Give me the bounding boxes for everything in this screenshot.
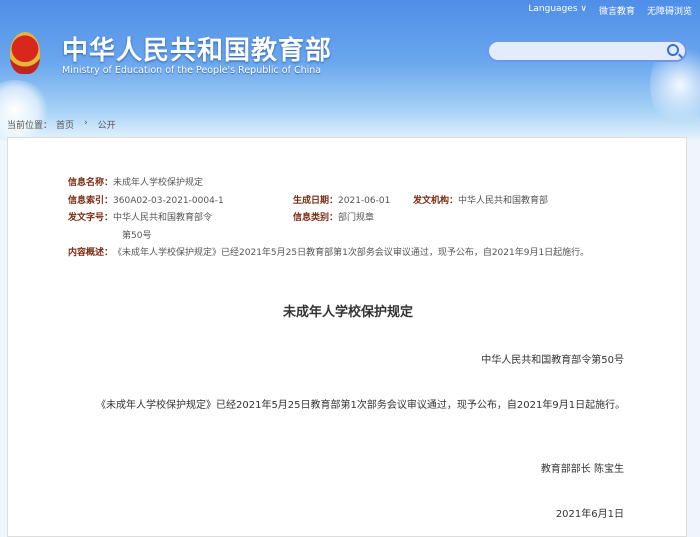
- document-order: 中华人民共和国教育部令第50号: [481, 355, 624, 366]
- label: 发文机构：: [413, 195, 459, 206]
- label: 信息类别：: [293, 213, 339, 223]
- breadcrumb-public[interactable]: 公开: [98, 118, 116, 131]
- accessibility-link[interactable]: 无障碍浏览: [647, 4, 692, 17]
- document-title: 未成年人学校保护规定: [282, 305, 413, 320]
- info-doc-no: 中华人民共和国教育部令: [113, 213, 213, 223]
- label: 发文字号：: [68, 213, 114, 223]
- info-index: 360A02-03-2021-0004-1: [113, 195, 224, 206]
- site-subtitle: Ministry of Education of the People's Re…: [62, 65, 322, 76]
- document-date: 2021年6月1日: [555, 509, 624, 520]
- search-input[interactable]: [487, 40, 687, 62]
- info-doc-no-2: 第50号: [122, 230, 152, 241]
- site-header: Languages ∨ 微言教育 无障碍浏览 中华人民共和国教育部 Minist…: [0, 0, 700, 140]
- content-panel: 信息名称： 未成年人学校保护规定 信息索引：360A02-03-2021-0004…: [7, 137, 687, 537]
- breadcrumb-prefix: 当前位置：: [7, 121, 53, 131]
- label: 生成日期：: [293, 195, 339, 206]
- label: 信息名称：: [68, 178, 114, 188]
- info-category: 部门规章: [338, 213, 375, 223]
- info-name: 未成年人学校保护规定: [113, 178, 204, 188]
- label: 内容概述：: [68, 248, 114, 258]
- label: 信息索引：: [68, 195, 114, 206]
- cloud-decoration: [0, 80, 50, 140]
- breadcrumb-home[interactable]: 首页: [56, 118, 74, 131]
- document-signature: 教育部部长 陈宝生: [540, 464, 624, 475]
- info-date: 2021-06-01: [338, 195, 391, 206]
- languages-link[interactable]: Languages ∨: [528, 4, 587, 17]
- document-body: 《未成年人学校保护规定》已经2021年5月25日教育部第1次部务会议审议通过，现…: [96, 400, 626, 411]
- top-links: Languages ∨ 微言教育 无障碍浏览: [528, 4, 692, 17]
- info-summary: 《未成年人学校保护规定》已经2021年5月25日教育部第1次部务会议审议通过，现…: [113, 248, 590, 258]
- breadcrumb: 当前位置： 首页 › 公开: [7, 118, 116, 131]
- info-org: 中华人民共和国教育部: [458, 195, 549, 206]
- site-title[interactable]: 中华人民共和国教育部: [62, 30, 332, 67]
- breadcrumb-separator: ›: [84, 118, 88, 128]
- search-icon[interactable]: [667, 44, 679, 56]
- info-meta: 信息名称： 未成年人学校保护规定 信息索引：360A02-03-2021-0004…: [68, 175, 589, 263]
- weiyan-link[interactable]: 微言教育: [599, 4, 635, 17]
- national-emblem-icon: [10, 32, 40, 74]
